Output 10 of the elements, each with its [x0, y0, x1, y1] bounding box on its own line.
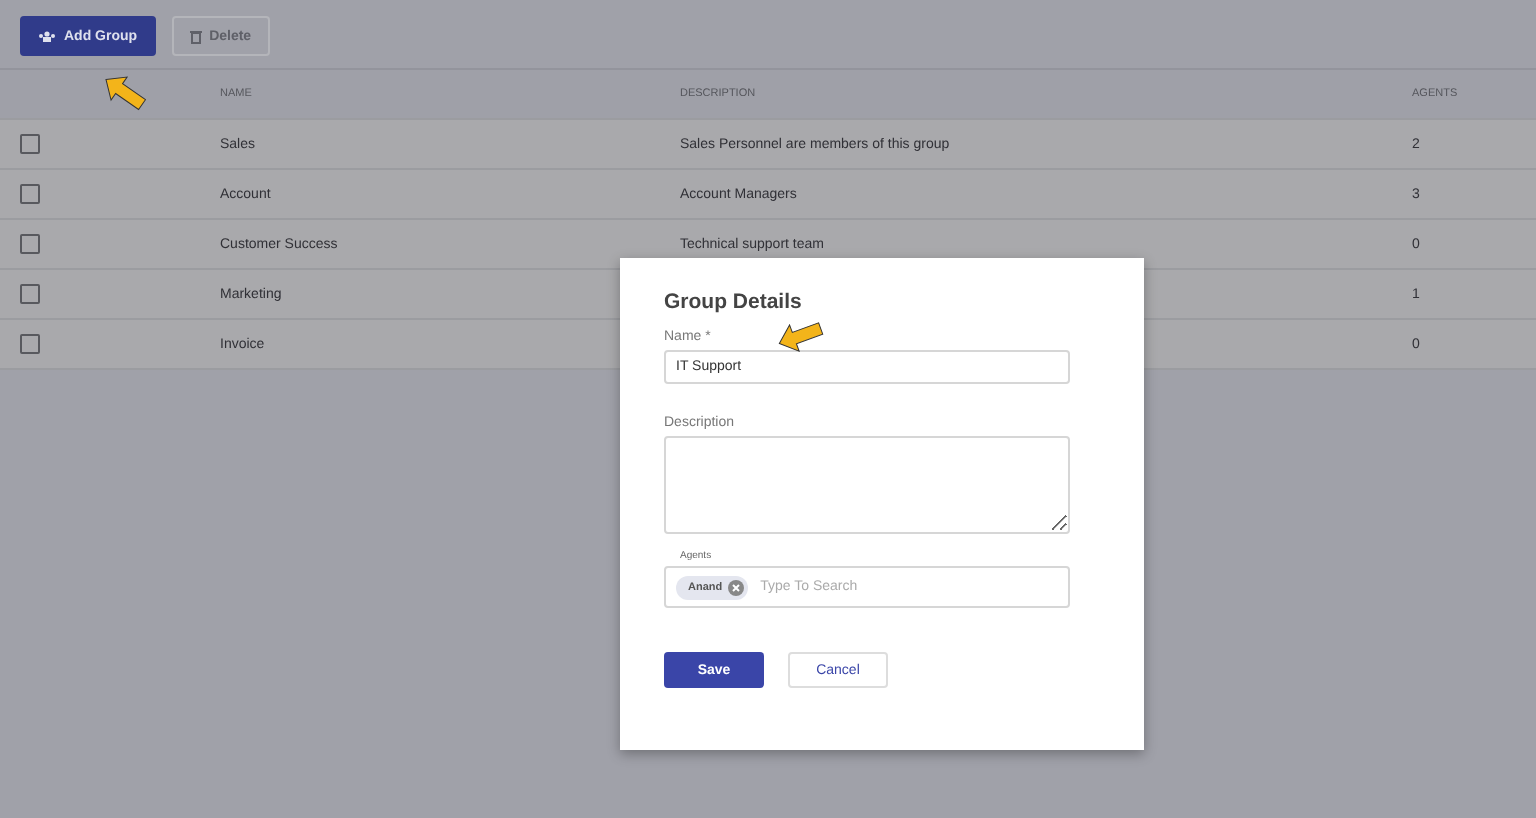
description-field[interactable] [664, 436, 1070, 534]
trash-icon [189, 29, 202, 43]
row-checkbox[interactable] [20, 284, 40, 304]
group-icon [38, 30, 56, 42]
remove-icon[interactable] [728, 579, 745, 595]
row-checkbox[interactable] [20, 134, 40, 154]
row-checkbox[interactable] [20, 234, 40, 254]
row-checkbox[interactable] [20, 184, 40, 204]
row-checkbox[interactable] [20, 334, 40, 354]
dialog-title: Group Details [664, 290, 804, 314]
